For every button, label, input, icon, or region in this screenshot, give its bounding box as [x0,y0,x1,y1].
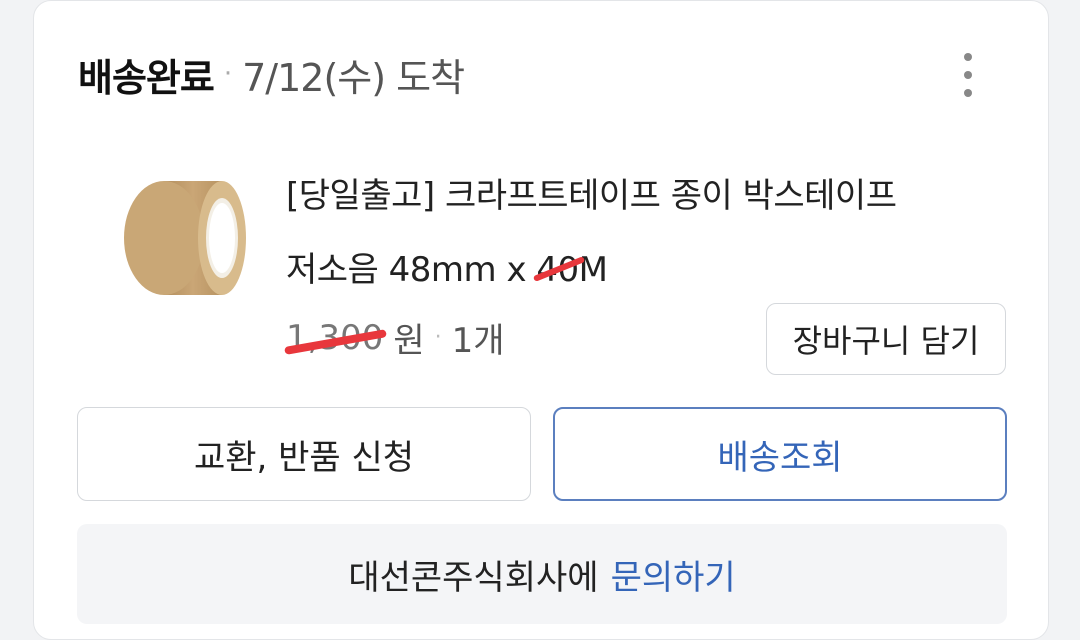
seller-name: 대선콘주식회사에 [348,557,599,598]
order-header: 배송완료 · 7/12(수) 도착 [78,47,465,101]
arrival-date: 7/12(수) 도착 [242,55,465,100]
product-name-line2: 저소음 48mm x 40M [286,233,986,307]
product-name-line1: [당일출고] 크라프트테이프 종이 박스테이프 [286,176,897,216]
struck-spec: 40 [536,233,579,307]
inquiry-link[interactable]: 문의하기 [611,550,736,599]
product-quantity: 1개 [451,321,505,361]
currency-unit: 원 [393,321,425,361]
product-name-line2-suffix: M [578,250,608,290]
exchange-return-button[interactable]: 교환, 반품 신청 [77,407,531,501]
price-separator: · [434,325,442,350]
add-to-cart-button[interactable]: 장바구니 담기 [766,303,1006,375]
track-delivery-button[interactable]: 배송조회 [553,407,1007,501]
more-vertical-icon[interactable] [958,53,978,97]
delivery-status: 배송완료 [78,55,215,100]
header-separator: · [223,59,233,89]
product-name-line2-prefix: 저소음 48mm x [286,250,537,290]
order-card: 배송완료 · 7/12(수) 도착 [당일출고] 크라프트테이프 종이 박스테이… [33,0,1049,640]
product-image[interactable] [114,173,254,303]
seller-inquiry: 대선콘주식회사에 문의하기 [77,524,1007,624]
price-row: 1,300 원 · 1개 [286,313,505,362]
product-name[interactable]: [당일출고] 크라프트테이프 종이 박스테이프 저소음 48mm x 40M [286,159,986,307]
product-price: 1,300 [286,317,384,358]
